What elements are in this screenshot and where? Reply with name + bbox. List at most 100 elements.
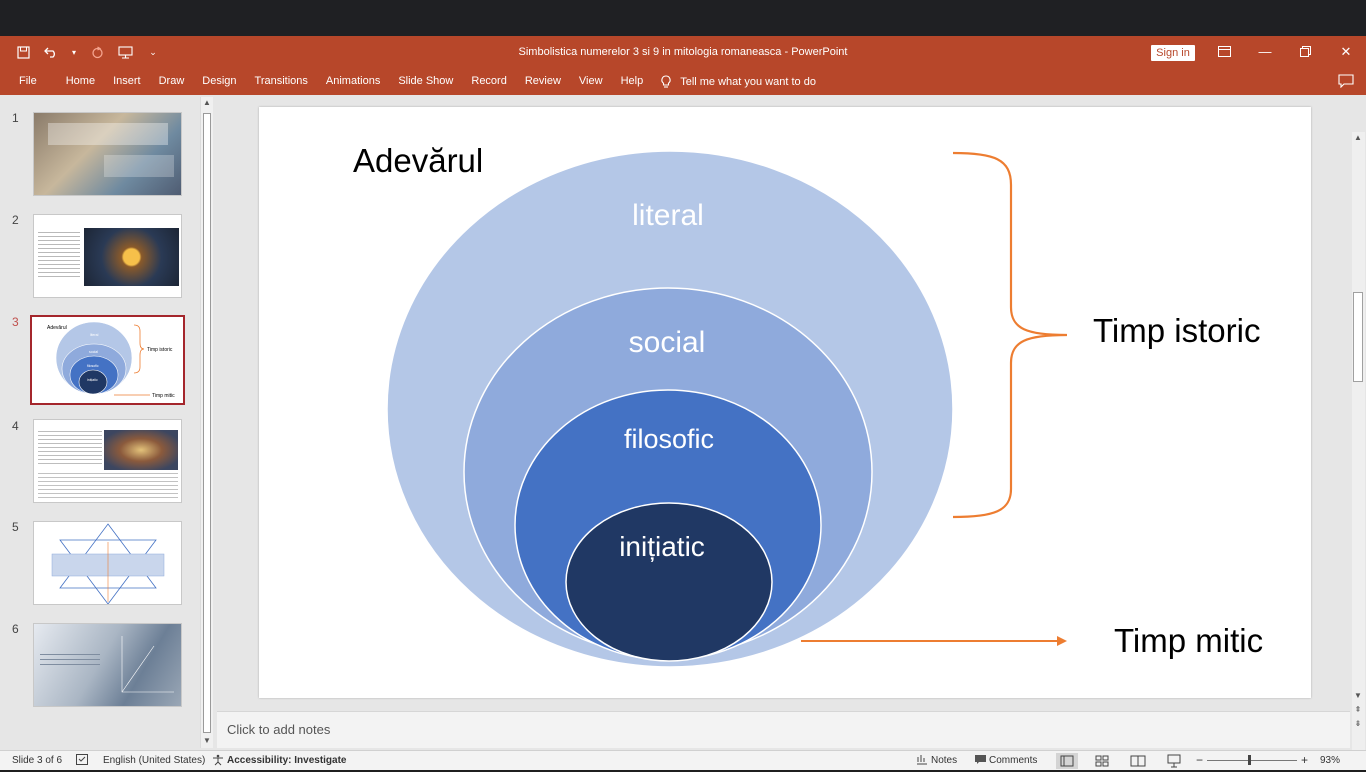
restore-icon[interactable] [1293, 42, 1317, 62]
slide-scrollbar-thumb[interactable] [1353, 292, 1363, 382]
language-indicator[interactable]: English (United States) [103, 755, 205, 766]
slide-thumbnail-4[interactable] [33, 419, 182, 503]
previous-slide-icon[interactable]: ⇞ [1352, 704, 1364, 716]
accessibility-icon[interactable] [212, 754, 225, 769]
tab-record[interactable]: Record [462, 68, 515, 95]
current-slide[interactable]: Adevărul literal social filosofic iniția… [259, 107, 1311, 698]
ribbon-tabs: File Home Insert Draw Design Transitions… [0, 68, 1366, 95]
label-timp-istoric[interactable]: Timp istoric [1093, 312, 1260, 349]
comments-toggle-button[interactable]: Comments [989, 755, 1037, 766]
title-bar: ▾ ⌄ Simbolistica numerelor 3 si 9 in mit… [0, 36, 1366, 68]
slide-thumbnail-1[interactable] [33, 112, 182, 196]
thumb-3-title: Adevărul [47, 325, 67, 331]
notes-placeholder[interactable]: Click to add notes [227, 722, 330, 737]
label-filosofic[interactable]: filosofic [624, 424, 714, 454]
sign-in-button[interactable]: Sign in [1151, 45, 1195, 61]
slide-editing-area: Adevărul literal social filosofic iniția… [217, 95, 1350, 709]
tab-home[interactable]: Home [57, 68, 104, 95]
close-icon[interactable]: ✕ [1334, 42, 1358, 62]
slide-scroll-down-icon[interactable]: ▼ [1352, 690, 1364, 702]
customize-qat-icon[interactable]: ⌄ [144, 43, 162, 61]
tab-animations[interactable]: Animations [317, 68, 389, 95]
arrow-head [1057, 636, 1067, 646]
notes-icon[interactable] [916, 754, 928, 768]
status-bar: Slide 3 of 6 English (United States) Acc… [0, 750, 1366, 770]
tab-file[interactable]: File [0, 68, 57, 95]
undo-dropdown-icon[interactable]: ▾ [70, 43, 78, 61]
zoom-slider-knob[interactable] [1248, 755, 1251, 765]
notes-toggle-button[interactable]: Notes [931, 755, 957, 766]
slide-scrollbar[interactable]: ▲ ▼ ⇞ ⇟ [1352, 132, 1365, 762]
thumb-number-6: 6 [12, 622, 19, 636]
thumb-3-timp-istoric: Timp istoric [147, 347, 173, 353]
next-slide-icon[interactable]: ⇟ [1352, 718, 1364, 730]
thumb-4-paragraph-block [38, 470, 178, 500]
minimize-icon[interactable]: — [1253, 42, 1277, 62]
normal-view-button[interactable] [1056, 753, 1078, 769]
scroll-up-icon[interactable]: ▲ [201, 97, 213, 109]
reading-view-button[interactable] [1127, 753, 1149, 769]
redo-icon[interactable] [88, 43, 106, 61]
zoom-slider[interactable] [1207, 760, 1297, 761]
scroll-down-icon[interactable]: ▼ [201, 735, 213, 747]
slide-thumbnail-2[interactable] [33, 214, 182, 298]
comments-icon[interactable] [1338, 74, 1354, 88]
thumb-number-1: 1 [12, 111, 19, 125]
thumb-5-diagram [51, 523, 165, 604]
thumb-3-label-initiatic: inițiatic [87, 378, 98, 382]
slide-counter[interactable]: Slide 3 of 6 [12, 755, 62, 766]
thumb-3-label-filosofic: filosofic [87, 364, 99, 368]
powerpoint-window: ▾ ⌄ Simbolistica numerelor 3 si 9 in mit… [0, 36, 1366, 770]
zoom-level[interactable]: 93% [1320, 755, 1340, 766]
tab-transitions[interactable]: Transitions [246, 68, 317, 95]
slide-show-view-button[interactable] [1163, 753, 1185, 769]
tell-me-search[interactable]: Tell me what you want to do [660, 74, 816, 89]
thumb-3-ring-initiatic [78, 369, 108, 395]
comments-status-icon[interactable] [974, 754, 987, 768]
slide-thumbnail-3[interactable]: Adevărul literal social filosofic iniția… [30, 315, 185, 405]
slide-thumbnails-pane: 1 2 3 Adevărul literal social filosofic … [0, 95, 216, 750]
label-social[interactable]: social [629, 326, 706, 359]
thumb-4-image [104, 430, 178, 470]
tab-insert[interactable]: Insert [104, 68, 150, 95]
ring-initiatic[interactable] [565, 502, 773, 662]
slide-diagram: Adevărul literal social filosofic iniția… [353, 142, 1263, 668]
label-literal[interactable]: literal [632, 199, 704, 232]
slide-scroll-up-icon[interactable]: ▲ [1352, 132, 1364, 144]
scrollbar-thumb[interactable] [203, 113, 211, 733]
zoom-in-icon[interactable]: + [1301, 753, 1308, 767]
tab-review[interactable]: Review [516, 68, 570, 95]
thumb-3-brace [133, 324, 145, 374]
slide-title[interactable]: Adevărul [353, 142, 483, 179]
slide-thumbnail-6[interactable] [33, 623, 182, 707]
thumb-1-subtitle-block [104, 155, 174, 177]
thumb-6-graph [121, 636, 174, 693]
thumb-3-label-literal: literal [90, 333, 99, 337]
thumb-3-timp-mitic: Timp mitic [152, 393, 175, 399]
tab-slide-show[interactable]: Slide Show [389, 68, 462, 95]
tab-help[interactable]: Help [612, 68, 653, 95]
ribbon-display-options-icon[interactable] [1212, 42, 1236, 62]
slide-thumbnail-5[interactable] [33, 521, 182, 605]
tab-view[interactable]: View [570, 68, 612, 95]
quick-access-toolbar: ▾ ⌄ [14, 43, 162, 61]
label-initiatic[interactable]: inițiatic [619, 531, 705, 562]
start-from-beginning-icon[interactable] [116, 43, 134, 61]
save-icon[interactable] [14, 43, 32, 61]
label-timp-mitic[interactable]: Timp mitic [1114, 622, 1263, 659]
slide-sorter-view-button[interactable] [1091, 753, 1113, 769]
curly-brace[interactable] [952, 151, 1068, 519]
thumbnails-scrollbar[interactable]: ▲ ▼ [200, 97, 213, 748]
accessibility-status[interactable]: Accessibility: Investigate [227, 755, 347, 766]
undo-icon[interactable] [42, 43, 60, 61]
thumb-number-4: 4 [12, 419, 19, 433]
tab-draw[interactable]: Draw [150, 68, 194, 95]
zoom-out-icon[interactable]: − [1196, 753, 1203, 767]
spell-check-icon[interactable] [76, 754, 88, 768]
thumb-3-label-social: social [89, 350, 98, 354]
tab-design[interactable]: Design [193, 68, 245, 95]
screen-top-band [0, 0, 1366, 36]
thumb-2-text-block [38, 229, 80, 279]
tell-me-label: Tell me what you want to do [680, 75, 816, 88]
notes-pane[interactable]: Click to add notes [217, 711, 1350, 748]
